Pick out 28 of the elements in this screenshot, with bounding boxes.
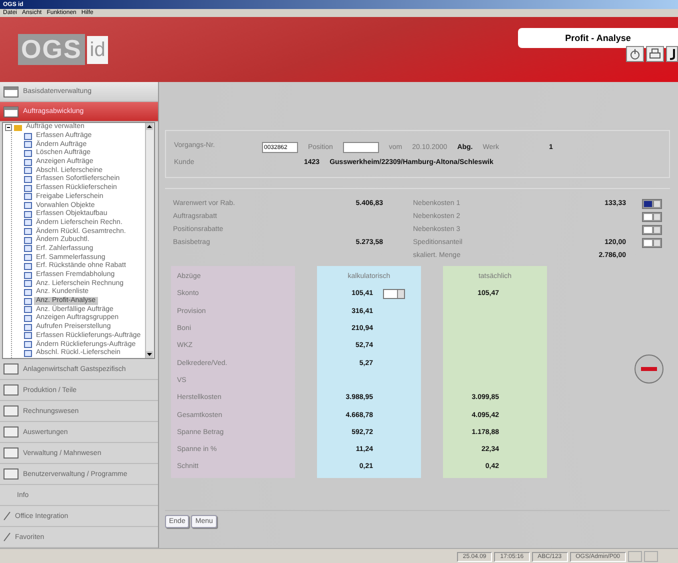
window-icon bbox=[3, 405, 19, 417]
pencil-icon bbox=[3, 511, 11, 521]
window-icon bbox=[3, 363, 19, 375]
dropdown[interactable] bbox=[383, 288, 405, 299]
printer-icon[interactable] bbox=[646, 46, 664, 62]
pencil-icon bbox=[3, 532, 11, 542]
window-icon bbox=[3, 384, 19, 396]
scroll-up-icon[interactable] bbox=[146, 123, 153, 130]
collapse-icon[interactable] bbox=[5, 124, 12, 131]
minus-icon[interactable] bbox=[634, 354, 664, 384]
dropdown[interactable] bbox=[642, 212, 662, 222]
folder-icon bbox=[14, 124, 22, 131]
window-icon bbox=[3, 86, 19, 98]
window-icon bbox=[3, 468, 19, 480]
window-icon bbox=[3, 106, 19, 118]
dropdown[interactable] bbox=[642, 224, 662, 234]
window-icon bbox=[3, 447, 19, 459]
logo-suffix: id bbox=[86, 36, 108, 64]
view-tab[interactable]: Profit - Analyse bbox=[518, 28, 678, 48]
exit-icon[interactable] bbox=[666, 46, 678, 62]
dropdown[interactable] bbox=[642, 238, 662, 248]
power-icon[interactable] bbox=[626, 46, 644, 62]
scrollbar[interactable] bbox=[145, 123, 154, 358]
logo-text: OGS bbox=[18, 34, 85, 65]
dropdown[interactable] bbox=[642, 198, 662, 208]
position-field[interactable] bbox=[342, 142, 379, 153]
scroll-down-icon[interactable] bbox=[146, 351, 153, 358]
window-icon bbox=[3, 426, 19, 438]
